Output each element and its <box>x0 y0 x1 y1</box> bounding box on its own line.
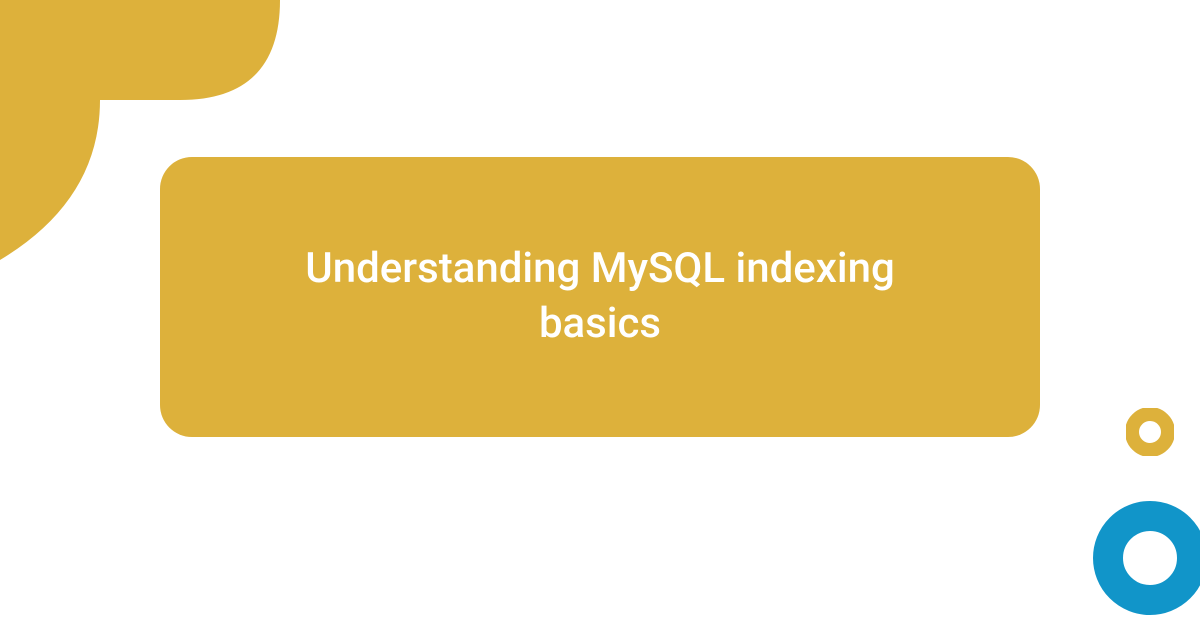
page-title: Understanding MySQL indexing basics <box>240 242 960 351</box>
ring-decoration-small <box>1126 408 1174 456</box>
ring-decoration-large <box>1090 498 1200 618</box>
title-card: Understanding MySQL indexing basics <box>160 157 1040 437</box>
